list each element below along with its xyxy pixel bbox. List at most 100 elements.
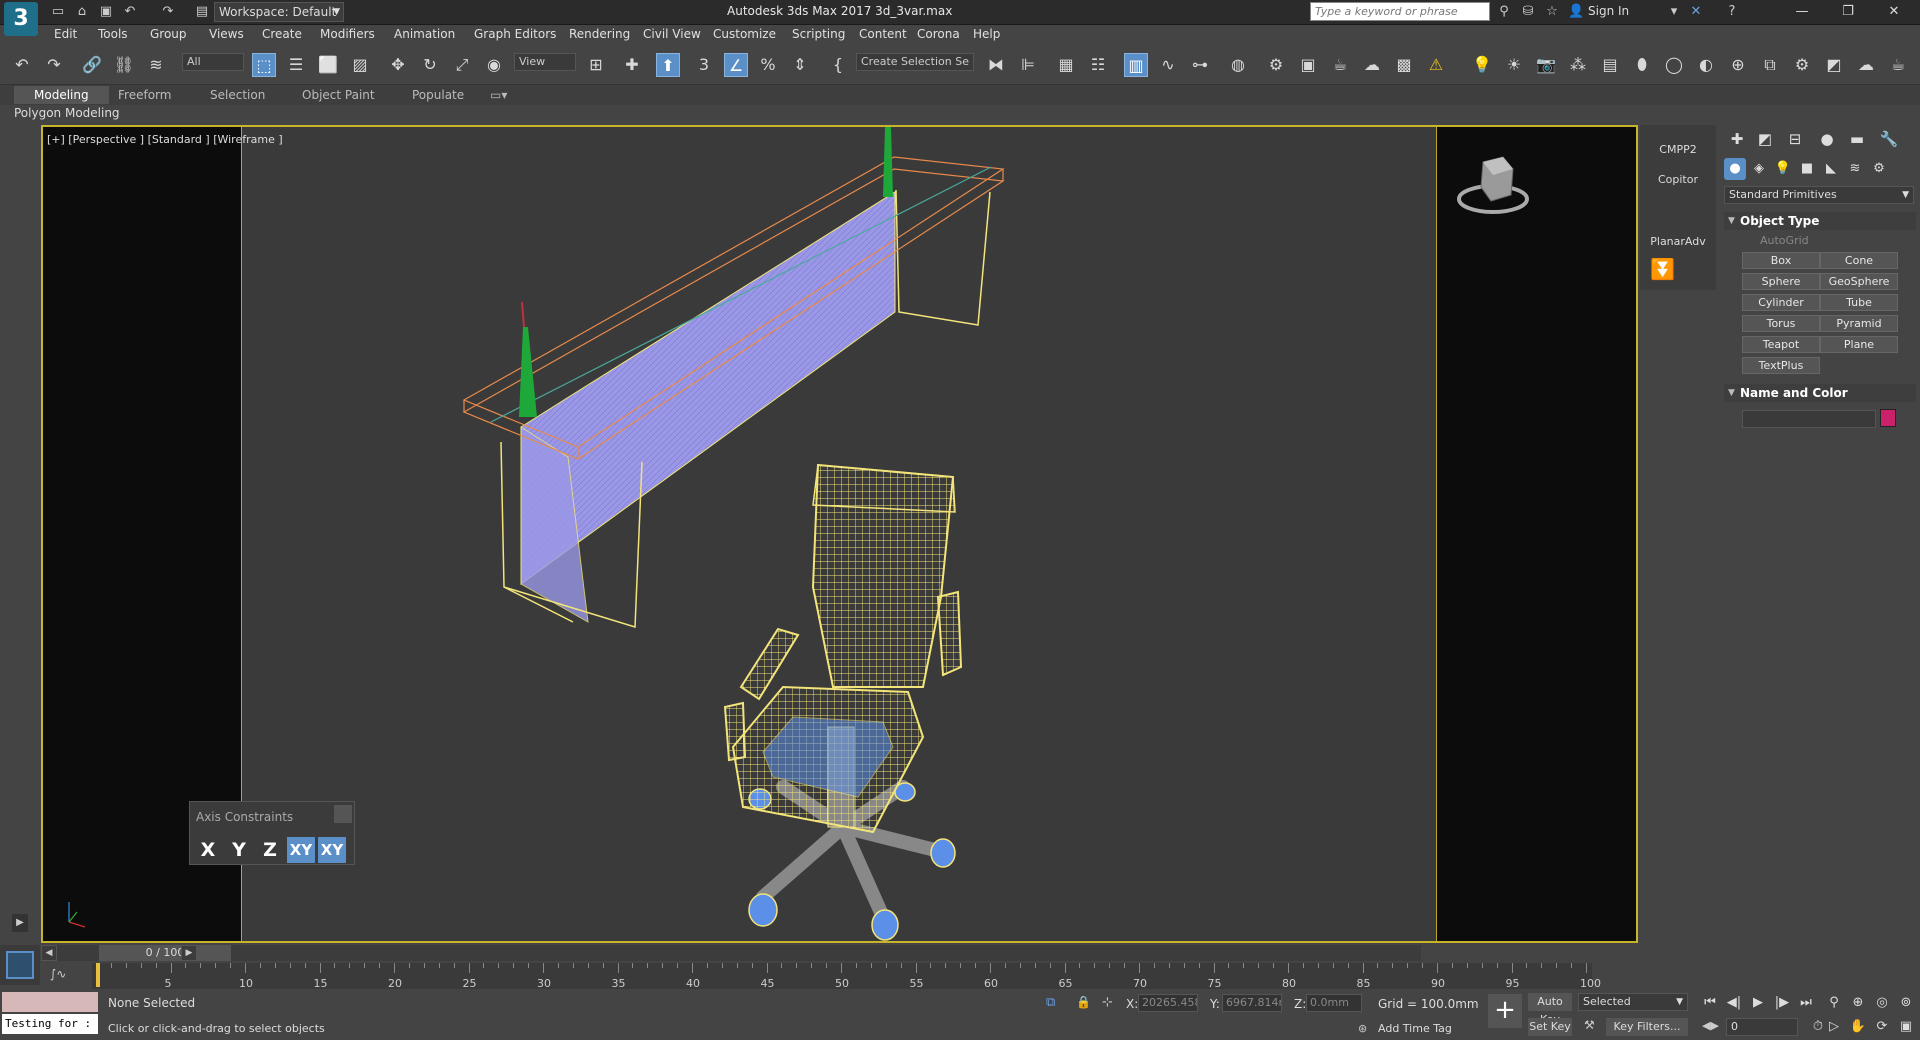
menu-group[interactable]: Group xyxy=(150,27,187,41)
key-filters-button[interactable]: Key Filters... xyxy=(1606,1018,1688,1036)
link-icon[interactable]: 🔗 xyxy=(80,53,104,77)
angle-snap-icon[interactable]: ∠ xyxy=(724,53,748,77)
axis-y-button[interactable]: Y xyxy=(225,837,253,863)
object-name-input[interactable] xyxy=(1742,410,1876,428)
key-mode-icon[interactable]: ⚒ xyxy=(1584,1018,1602,1036)
corona-scatter-icon[interactable]: ⁂ xyxy=(1566,53,1590,77)
cameras-icon[interactable]: ■ xyxy=(1796,158,1818,180)
menu-help[interactable]: Help xyxy=(973,27,1000,41)
binoculars-icon[interactable]: ⚲ xyxy=(1496,4,1512,20)
menu-corona[interactable]: Corona xyxy=(917,27,960,41)
undo-icon[interactable]: ↶ xyxy=(10,53,34,77)
box-button[interactable]: Box xyxy=(1742,252,1820,269)
select-by-name-icon[interactable]: ☰ xyxy=(284,53,308,77)
pyramid-button[interactable]: Pyramid xyxy=(1820,315,1898,332)
maxscript-mini-listener[interactable]: Testing for : xyxy=(2,1014,98,1034)
autogrid-checkbox[interactable]: AutoGrid xyxy=(1760,234,1809,247)
workspace-dropdown[interactable]: Workspace: Default ▼ xyxy=(214,2,344,22)
render-setup-icon[interactable]: ⚙ xyxy=(1264,53,1288,77)
create-tab-icon[interactable]: ✚ xyxy=(1724,128,1750,150)
tab-object-paint[interactable]: Object Paint xyxy=(302,88,375,102)
track-bar[interactable]: 5 10 15 20 25 30 35 40 45 50 55 60 65 70 75 80 85 90 95 100 xyxy=(92,963,1601,990)
menu-content[interactable]: Content xyxy=(859,27,907,41)
maxscript-listener-swatch[interactable] xyxy=(2,992,98,1012)
app-logo[interactable]: 3 xyxy=(4,2,38,36)
sign-in-link[interactable]: Sign In xyxy=(1588,4,1629,18)
curve-editor-icon[interactable]: ∿ xyxy=(1156,53,1180,77)
layer-explorer-icon[interactable]: ☷ xyxy=(1086,53,1110,77)
corona-interactive-icon[interactable]: ◐ xyxy=(1694,53,1718,77)
named-selection-dropdown[interactable]: Create Selection Se xyxy=(856,53,974,71)
redo-icon[interactable]: ↷ xyxy=(42,53,66,77)
chair-seat[interactable] xyxy=(731,685,925,834)
corona-lightmix-icon[interactable]: ⊕ xyxy=(1726,53,1750,77)
menu-modifiers[interactable]: Modifiers xyxy=(320,27,375,41)
auto-key-button[interactable]: Auto Key xyxy=(1528,993,1572,1026)
key-mode-toggle-icon[interactable]: ◀▶ xyxy=(1702,1019,1722,1035)
time-slider[interactable]: 0 / 100 xyxy=(99,945,231,961)
close-icon[interactable]: ✕ xyxy=(1882,3,1906,21)
helpers-icon[interactable]: ◣ xyxy=(1820,158,1842,180)
edit-named-selection-icon[interactable]: { xyxy=(826,53,850,77)
material-editor-icon[interactable]: ◍ xyxy=(1226,53,1250,77)
expand-arrow-icon[interactable]: ▶ xyxy=(12,914,28,932)
go-to-end-icon[interactable]: ⏭ xyxy=(1796,994,1816,1012)
menu-tools[interactable]: Tools xyxy=(98,27,128,41)
corona-sun-icon[interactable]: ☀ xyxy=(1502,53,1526,77)
selection-filter-dropdown[interactable]: All xyxy=(182,53,244,71)
current-frame-field[interactable]: 0 xyxy=(1726,1018,1798,1036)
motion-tab-icon[interactable]: ● xyxy=(1814,128,1840,150)
pivot-center-icon[interactable]: ⊞ xyxy=(584,53,608,77)
polygon-modeling-label[interactable]: Polygon Modeling xyxy=(14,106,120,120)
menu-graph-editors[interactable]: Graph Editors xyxy=(474,27,556,41)
teapot-button[interactable]: Teapot xyxy=(1742,336,1820,353)
prev-frame-arrow-icon[interactable]: ◀ xyxy=(41,945,57,961)
teapot-icon[interactable]: ☕ xyxy=(1886,53,1910,77)
rotate-icon[interactable]: ↻ xyxy=(418,53,442,77)
torus-button[interactable]: Torus xyxy=(1742,315,1820,332)
cylinder-button[interactable]: Cylinder xyxy=(1742,294,1820,311)
planaradv-button[interactable]: PlanarAdv xyxy=(1640,235,1716,248)
play-icon[interactable]: ▶ xyxy=(1748,994,1768,1012)
menu-customize[interactable]: Customize xyxy=(713,27,776,41)
window-crossing-icon[interactable]: ▨ xyxy=(348,53,372,77)
primitive-type-dropdown[interactable]: Standard Primitives ▼ xyxy=(1724,186,1914,204)
tube-button[interactable]: Tube xyxy=(1820,294,1898,311)
snaps-toggle-icon[interactable]: 3 xyxy=(692,53,716,77)
rendered-frame-window-icon[interactable]: ▣ xyxy=(1296,53,1320,77)
display-tab-icon[interactable]: ▬ xyxy=(1844,128,1870,150)
redo-icon[interactable]: ↷ xyxy=(160,4,176,20)
open-file-icon[interactable]: ⌂ xyxy=(74,4,90,20)
restore-icon[interactable]: ❐ xyxy=(1836,3,1860,21)
corona-camera-icon[interactable]: 📷 xyxy=(1534,53,1558,77)
help-icon[interactable]: ? xyxy=(1724,4,1740,20)
search-input[interactable]: Type a keyword or phrase xyxy=(1310,2,1490,21)
isolate-selection-icon[interactable]: ⧉ xyxy=(1046,995,1064,1011)
menu-views[interactable]: Views xyxy=(209,27,244,41)
scene-explorer-icon[interactable]: ▦ xyxy=(1054,53,1078,77)
menu-create[interactable]: Create xyxy=(262,27,302,41)
previous-frame-icon[interactable]: ◀| xyxy=(1724,994,1744,1012)
corona-proxy-icon[interactable]: ▤ xyxy=(1598,53,1622,77)
corona-material-icon[interactable]: ◩ xyxy=(1822,53,1846,77)
next-frame-icon[interactable]: |▶ xyxy=(1772,994,1792,1012)
mirror-icon[interactable]: ⧓ xyxy=(984,53,1008,77)
corona-vfb-icon[interactable]: ▩ xyxy=(1392,53,1416,77)
hierarchy-tab-icon[interactable]: ⊟ xyxy=(1782,128,1808,150)
menu-rendering[interactable]: Rendering xyxy=(569,27,630,41)
axis-xy-flyout-button[interactable]: XY xyxy=(318,837,346,863)
menu-civil-view[interactable]: Civil View xyxy=(643,27,701,41)
percent-snap-icon[interactable]: % xyxy=(756,53,780,77)
minimize-icon[interactable]: — xyxy=(1790,3,1814,21)
close-icon[interactable] xyxy=(334,805,352,823)
ribbon-options-icon[interactable]: ▭▾ xyxy=(490,88,507,102)
rectangular-selection-icon[interactable]: ⬜ xyxy=(316,53,340,77)
spinner-snap-icon[interactable]: ⇕ xyxy=(788,53,812,77)
corona-light-icon[interactable]: 💡 xyxy=(1470,53,1494,77)
cmpp2-button[interactable]: CMPP2 xyxy=(1640,143,1716,156)
zoom-icon[interactable]: ⚲ xyxy=(1824,994,1844,1012)
set-keys-icon[interactable]: + xyxy=(1488,994,1522,1028)
object-type-rollout[interactable]: ▼ Object Type xyxy=(1724,212,1916,230)
sphere-button[interactable]: Sphere xyxy=(1742,273,1820,290)
modify-tab-icon[interactable]: ◩ xyxy=(1752,128,1778,150)
